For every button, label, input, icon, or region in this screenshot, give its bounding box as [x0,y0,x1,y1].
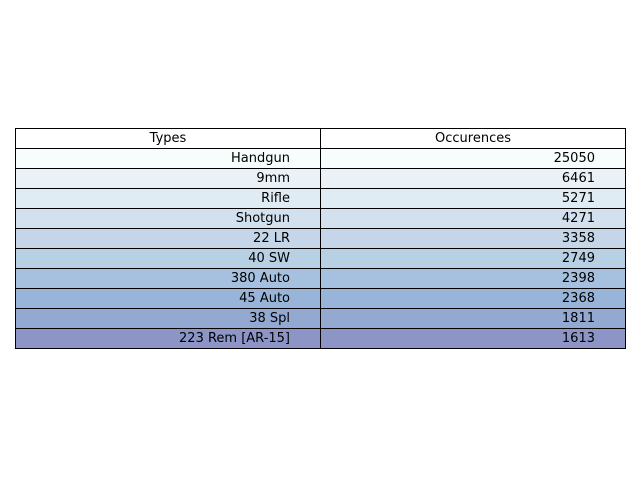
data-table: Types Occurences Handgun 25050 9mm 6461 Rifl… [15,128,626,349]
table-row: 9mm 6461 [15,168,626,189]
cell-occurrences: 2368 [320,288,626,309]
cell-type: 223 Rem [AR-15] [15,328,321,349]
table-row: 38 Spl 1811 [15,308,626,329]
cell-type: 45 Auto [15,288,321,309]
table-row: Shotgun 4271 [15,208,626,229]
table-body: Handgun 25050 9mm 6461 Rifle 5271 Shotgun 4271 2… [15,148,626,349]
cell-occurrences: 1811 [320,308,626,329]
header-row: Types Occurences [15,128,626,149]
cell-occurrences: 3358 [320,228,626,249]
cell-occurrences: 1613 [320,328,626,349]
cell-type: Shotgun [15,208,321,229]
cell-occurrences: 5271 [320,188,626,209]
table-row: 380 Auto 2398 [15,268,626,289]
table-row: 223 Rem [AR-15] 1613 [15,328,626,349]
cell-occurrences: 6461 [320,168,626,189]
cell-type: Rifle [15,188,321,209]
table-row: 22 LR 3358 [15,228,626,249]
cell-type: 38 Spl [15,308,321,329]
cell-type: 40 SW [15,248,321,269]
table-row: 40 SW 2749 [15,248,626,269]
cell-occurrences: 25050 [320,148,626,169]
table-row: Handgun 25050 [15,148,626,169]
header-types: Types [15,128,321,149]
cell-type: 380 Auto [15,268,321,289]
cell-type: 9mm [15,168,321,189]
data-table-container: Types Occurences Handgun 25050 9mm 6461 Rifl… [15,128,626,349]
cell-occurrences: 4271 [320,208,626,229]
table-row: Rifle 5271 [15,188,626,209]
table-row: 45 Auto 2368 [15,288,626,309]
cell-occurrences: 2398 [320,268,626,289]
cell-occurrences: 2749 [320,248,626,269]
cell-type: 22 LR [15,228,321,249]
header-occurrences: Occurences [320,128,626,149]
cell-type: Handgun [15,148,321,169]
